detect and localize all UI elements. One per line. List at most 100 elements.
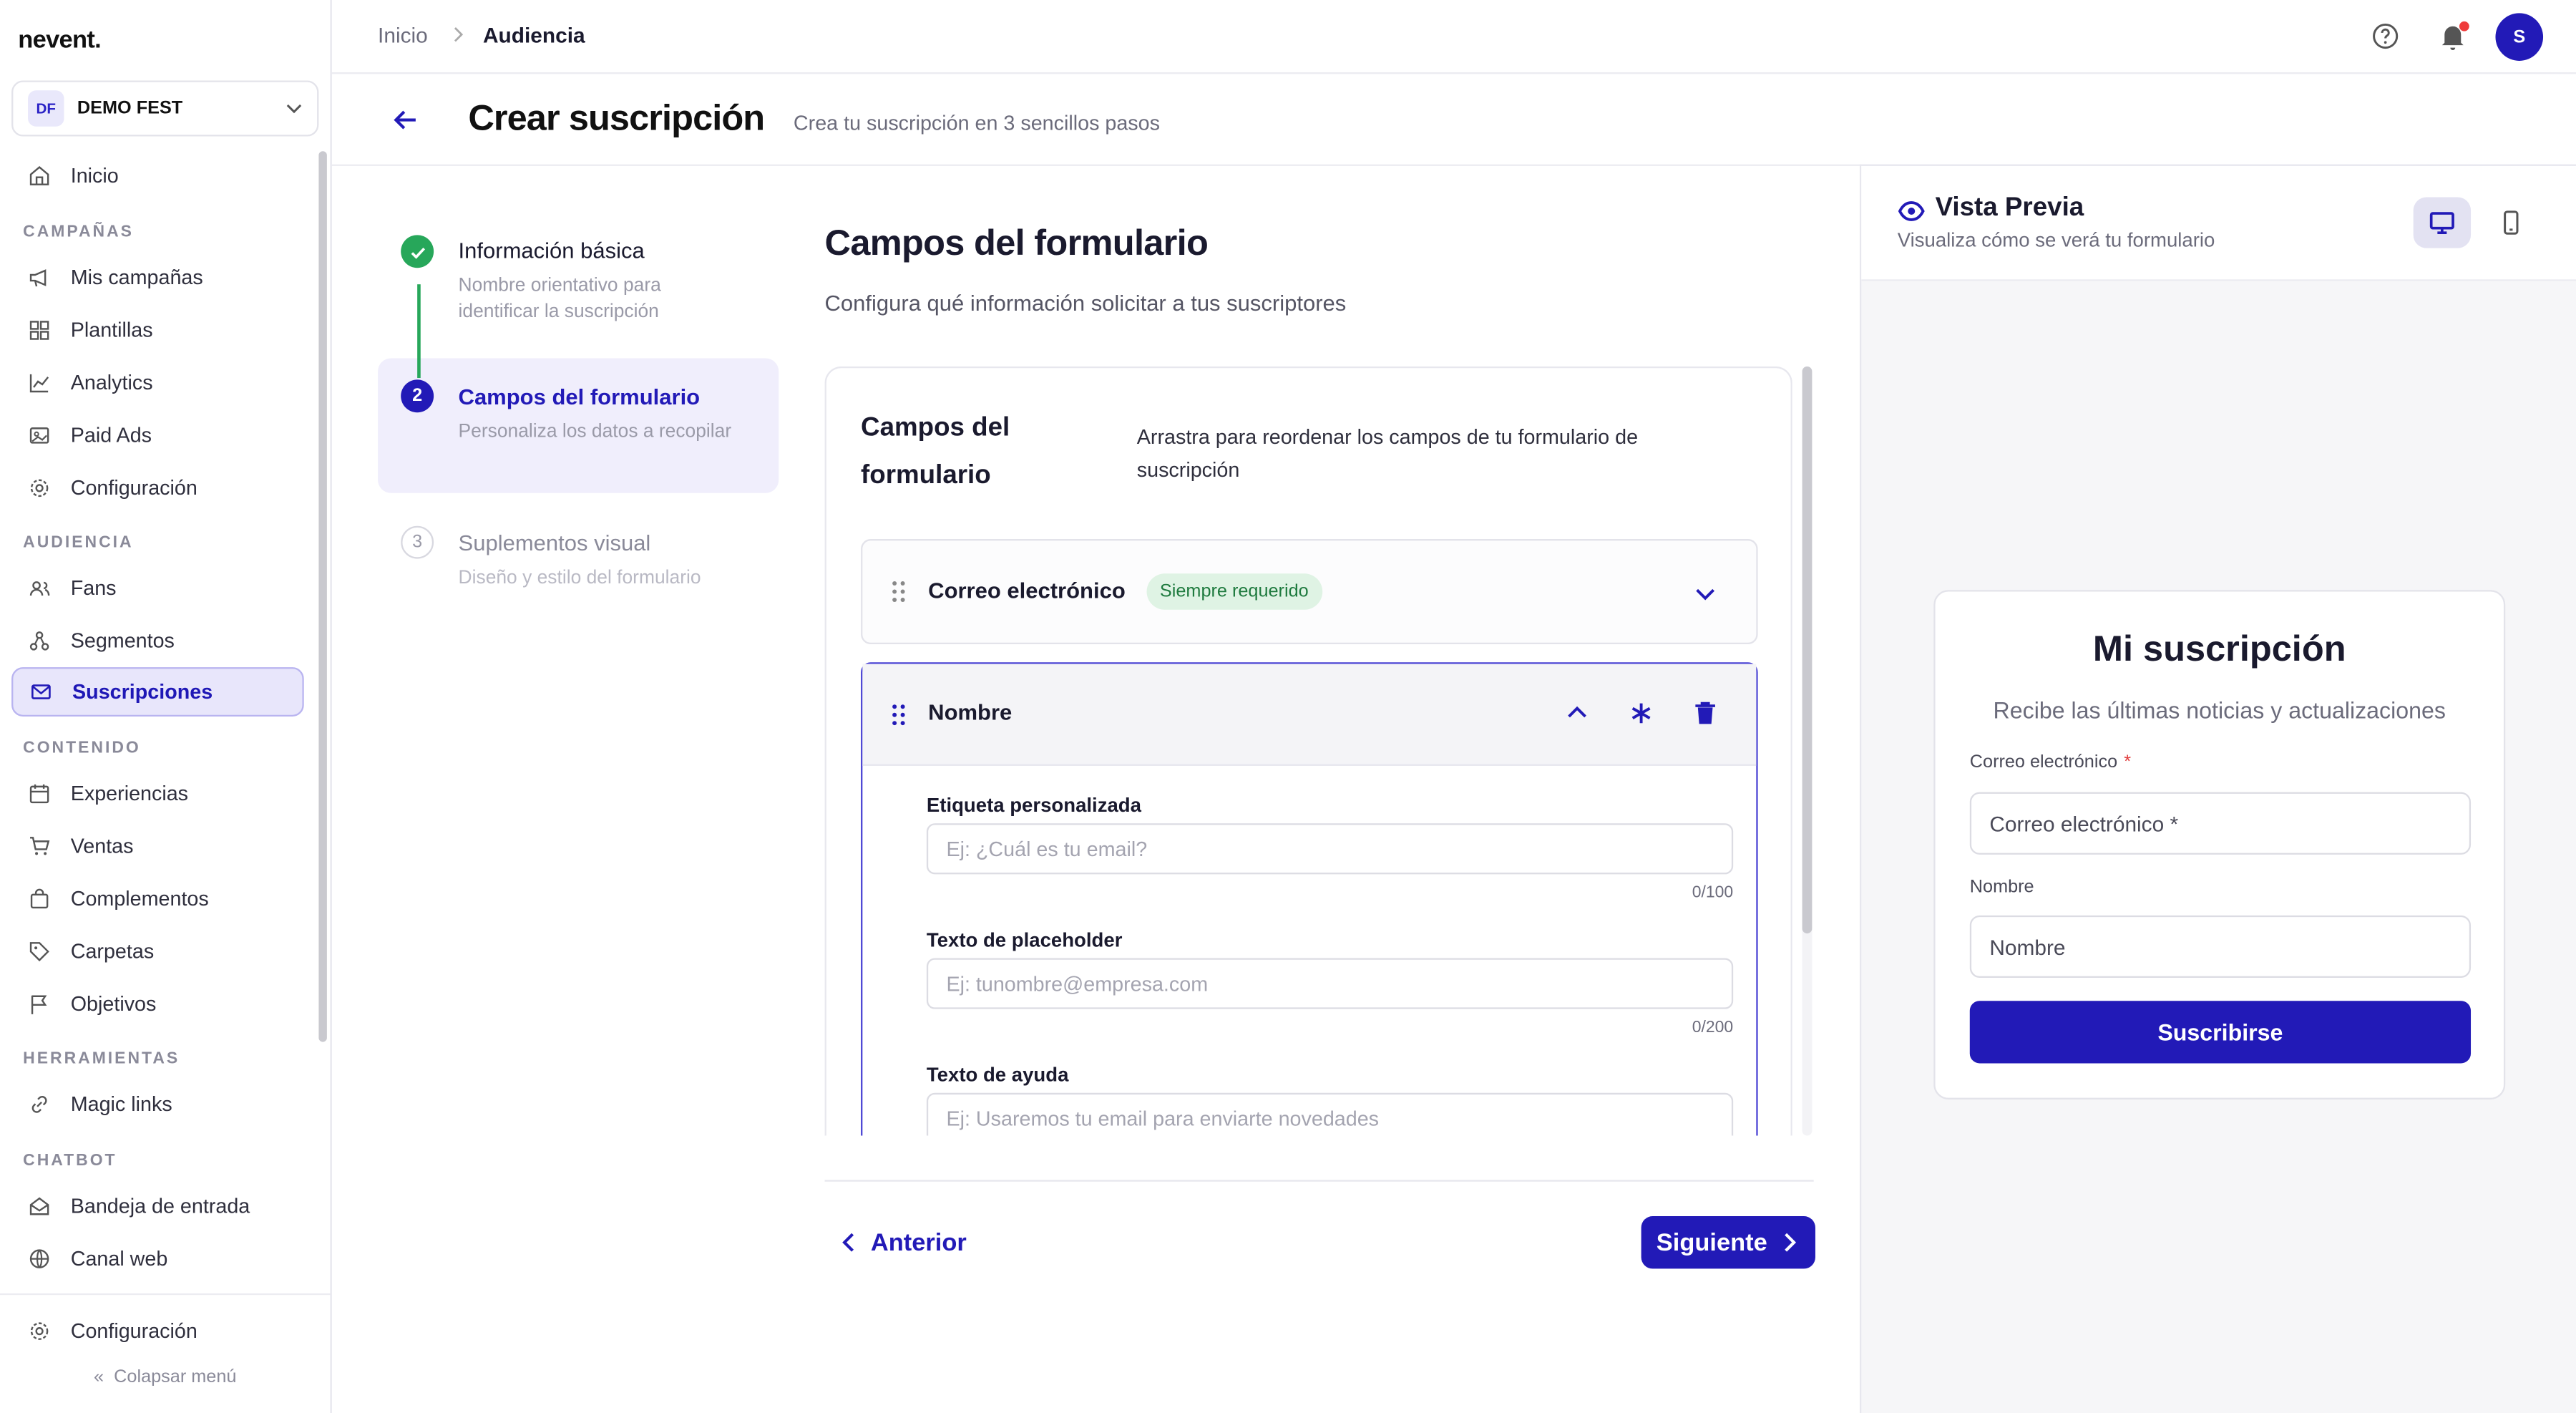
preview-subscribe-button[interactable]: Suscribirse <box>1969 1001 2472 1064</box>
page-title: Crear suscripción <box>468 97 765 138</box>
help-text-label: Texto de ayuda <box>926 1063 1069 1087</box>
step-1-title[interactable]: Información básica <box>459 238 645 263</box>
sidebar-item-paid-ads[interactable]: Paid Ads <box>11 411 304 460</box>
sidebar-scrollbar[interactable] <box>318 151 327 1042</box>
desktop-view-button[interactable] <box>2413 197 2472 248</box>
section-campaigns: CAMPAÑAS <box>23 223 134 242</box>
inbox-icon <box>29 1197 49 1215</box>
org-switcher[interactable]: DF DEMO FEST <box>11 80 319 137</box>
notification-dot <box>2459 21 2469 31</box>
double-chevron-left-icon: « <box>94 1367 104 1387</box>
placeholder-text-label: Texto de placeholder <box>926 928 1123 952</box>
chevron-down-icon[interactable] <box>1690 578 1719 608</box>
sidebar-item-templates[interactable]: Plantillas <box>11 306 304 355</box>
top-bar: Inicio Audiencia S <box>331 0 2576 74</box>
sidebar-item-label: Configuración <box>70 1319 197 1343</box>
chevron-up-icon[interactable] <box>1562 699 1591 728</box>
placeholder-text-counter: 0/200 <box>1692 1019 1734 1037</box>
sidebar-item-label: Analytics <box>70 371 153 395</box>
sidebar-item-label: Paid Ads <box>70 424 152 447</box>
tag-icon <box>29 942 49 962</box>
step-3-title[interactable]: Suplementos visual <box>459 531 651 555</box>
mail-icon <box>31 684 51 699</box>
sidebar-item-inbox[interactable]: Bandeja de entrada <box>11 1182 304 1231</box>
image-icon <box>29 427 49 444</box>
sidebar-item-label: Plantillas <box>70 319 153 342</box>
drag-handle-icon[interactable] <box>890 704 907 727</box>
preview-name-label: Nombre <box>1969 878 2034 898</box>
section-audience: AUDIENCIA <box>23 534 134 553</box>
sidebar-item-label: Experiencias <box>70 782 189 805</box>
sidebar-item-home[interactable]: Inicio <box>11 151 304 200</box>
custom-label-input[interactable]: Ej: ¿Cuál es tu email? <box>926 823 1734 875</box>
step-3-number[interactable]: 3 <box>401 525 434 559</box>
sidebar-item-label: Segmentos <box>70 629 175 653</box>
cart-icon <box>30 837 50 855</box>
calendar-icon <box>29 784 49 804</box>
sidebar-item-magic-links[interactable]: Magic links <box>11 1079 304 1129</box>
sidebar-item-fans[interactable]: Fans <box>11 563 304 613</box>
breadcrumb-home[interactable]: Inicio <box>378 23 428 47</box>
custom-label-counter: 0/100 <box>1692 884 1734 903</box>
step-connector <box>417 284 421 379</box>
org-name: DEMO FEST <box>77 98 183 119</box>
sidebar-item-addons[interactable]: Complementos <box>11 874 304 923</box>
next-label: Siguiente <box>1656 1228 1767 1257</box>
sidebar-item-settings[interactable]: Configuración <box>11 1306 304 1356</box>
segments-icon <box>29 631 49 651</box>
back-arrow-icon[interactable] <box>391 105 420 135</box>
step-1-desc: Nombre orientativo para identificar la s… <box>458 276 661 322</box>
field-row-name[interactable]: Nombre Etiqueta personalizada Ej: ¿Cuál … <box>861 662 1758 1136</box>
collapse-label: Colapsar menú <box>114 1367 237 1387</box>
step-2-title[interactable]: Campos del formulario <box>459 384 701 409</box>
form-fields-card: Campos del formulario Arrastra para reor… <box>824 366 1792 1136</box>
previous-label: Anterior <box>870 1228 967 1257</box>
trash-icon[interactable] <box>1690 699 1719 728</box>
section-chatbot: CHATBOT <box>23 1152 117 1170</box>
sidebar-item-subscriptions[interactable]: Suscripciones <box>11 667 304 717</box>
preview-panel: Vista Previa Visualiza cómo se verá tu f… <box>1859 164 2576 1413</box>
help-icon[interactable] <box>2369 20 2402 53</box>
placeholder-text-input[interactable]: Ej: tunombre@empresa.com <box>926 958 1734 1009</box>
link-icon <box>31 1095 47 1113</box>
required-badge: Siempre requerido <box>1146 573 1322 610</box>
form-scrollbar[interactable] <box>1802 366 1813 934</box>
collapse-menu-button[interactable]: « Colapsar menú <box>0 1367 330 1387</box>
drag-handle-icon[interactable] <box>890 580 907 603</box>
grid-icon <box>29 321 49 340</box>
sidebar-item-folders[interactable]: Carpetas <box>11 927 304 976</box>
sidebar-item-label: Mis campañas <box>70 266 203 290</box>
sidebar-item-my-campaigns[interactable]: Mis campañas <box>11 253 304 303</box>
avatar[interactable]: S <box>2495 13 2544 61</box>
eye-icon <box>1898 201 1925 221</box>
monitor-icon <box>2429 212 2454 235</box>
step-1-check-icon[interactable] <box>401 235 434 268</box>
sidebar-item-analytics[interactable]: Analytics <box>11 359 304 408</box>
step-2-desc: Personaliza los datos a recopilar <box>458 422 732 442</box>
sidebar-divider <box>0 1293 331 1296</box>
field-row-email[interactable]: Correo electrónico Siempre requerido <box>861 539 1758 644</box>
chevron-right-icon <box>1784 1233 1796 1252</box>
preview-email-label-text: Correo electrónico <box>1969 752 2118 773</box>
sidebar-item-experiences[interactable]: Experiencias <box>11 769 304 818</box>
megaphone-icon <box>29 269 47 287</box>
help-text-input[interactable]: Ej: Usaremos tu email para enviarte nove… <box>926 1092 1734 1136</box>
sidebar-item-goals[interactable]: Objetivos <box>11 979 304 1029</box>
previous-button[interactable]: Anterior <box>838 1223 967 1262</box>
preview-header: Vista Previa Visualiza cómo se verá tu f… <box>1861 165 2576 281</box>
app-logo[interactable]: nevent. <box>18 26 101 54</box>
sidebar-item-web-channel[interactable]: Canal web <box>11 1234 304 1283</box>
sidebar-item-label: Inicio <box>70 164 119 188</box>
preview-form-subtitle: Recibe las últimas noticias y actualizac… <box>1993 696 2446 724</box>
sidebar-item-sales[interactable]: Ventas <box>11 822 304 871</box>
preview-name-input[interactable]: Nombre <box>1969 915 2472 979</box>
sidebar-item-segments[interactable]: Segmentos <box>11 616 304 666</box>
page-subtitle: Crea tu suscripción en 3 sencillos pasos <box>793 112 1160 135</box>
next-button[interactable]: Siguiente <box>1641 1215 1815 1269</box>
mobile-view-button[interactable] <box>2482 198 2540 248</box>
chevron-down-icon <box>286 104 302 114</box>
step-2-number[interactable]: 2 <box>401 379 434 413</box>
asterisk-icon[interactable] <box>1626 699 1656 728</box>
preview-email-input[interactable]: Correo electrónico * <box>1969 792 2472 855</box>
sidebar-item-config-campaigns[interactable]: Configuración <box>11 463 304 513</box>
